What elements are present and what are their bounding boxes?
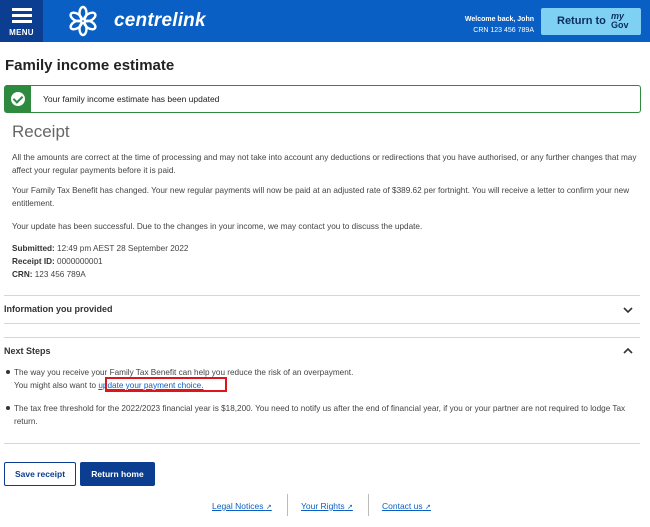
return-home-button[interactable]: Return home (80, 462, 155, 486)
highlight-box (105, 377, 227, 392)
return-to-mygov-button[interactable]: Return to my Gov (541, 8, 641, 35)
hamburger-icon (12, 20, 32, 23)
alert-icon-box (5, 86, 31, 112)
divider (4, 323, 640, 324)
legal-notices-link[interactable]: Legal Notices ↗ (212, 501, 272, 511)
check-circle-icon (11, 92, 25, 106)
bullet-icon (6, 406, 10, 410)
save-receipt-button[interactable]: Save receipt (4, 462, 76, 486)
chevron-up-icon (623, 347, 633, 354)
next-step-prefix: You might also want to (14, 381, 99, 390)
mygov-logo: my Gov (611, 12, 629, 30)
alert-text: Your family income estimate has been upd… (43, 94, 220, 104)
contact-us-link[interactable]: Contact us ↗ (382, 501, 431, 511)
receipt-paragraph: Your Family Tax Benefit has changed. You… (12, 186, 630, 208)
success-alert: Your family income estimate has been upd… (4, 85, 641, 113)
crn-label: CRN: (12, 270, 33, 279)
footer-separator (368, 494, 369, 516)
brand-logo-text[interactable]: centrelink (114, 10, 206, 32)
welcome-text: Welcome back, John (464, 16, 534, 23)
your-rights-link[interactable]: Your Rights ↗ (301, 501, 353, 511)
next-step-item: The tax free threshold for the 2022/2023… (14, 404, 626, 426)
hamburger-icon (12, 14, 32, 17)
mygov-logo-bottom: Gov (611, 20, 629, 30)
mygov-button-label: Return to (557, 15, 606, 27)
bullet-icon (6, 370, 10, 374)
your-rights-label: Your Rights (301, 501, 345, 511)
menu-button[interactable]: MENU (0, 0, 43, 42)
accordion-title: Information you provided (4, 304, 113, 314)
receipt-id-value: 0000000001 (57, 257, 103, 266)
receipt-paragraph: Your update has been successful. Due to … (12, 222, 423, 231)
divider (4, 337, 640, 338)
divider (4, 295, 640, 296)
hamburger-icon (12, 8, 32, 11)
centrelink-star-icon (69, 5, 97, 37)
submitted-value: 12:49 pm AEST 28 September 2022 (57, 244, 189, 253)
receipt-paragraph: All the amounts are correct at the time … (12, 153, 637, 175)
legal-notices-label: Legal Notices (212, 501, 264, 511)
submitted-label: Submitted: (12, 244, 55, 253)
contact-us-label: Contact us (382, 501, 423, 511)
chevron-down-icon (623, 307, 633, 314)
crn-row: CRN: 123 456 789A (12, 268, 86, 281)
external-link-icon: ↗ (265, 504, 272, 511)
footer-separator (287, 494, 288, 516)
menu-label: MENU (9, 28, 34, 37)
receipt-heading: Receipt (12, 122, 70, 141)
submitted-row: Submitted: 12:49 pm AEST 28 September 20… (12, 242, 188, 255)
receipt-id-row: Receipt ID: 0000000001 (12, 255, 103, 268)
divider (4, 443, 640, 444)
site-header: MENU centrelink Welcome back, John CRN 1… (0, 0, 650, 42)
external-link-icon: ↗ (425, 504, 431, 511)
header-crn: CRN 123 456 789A (473, 27, 534, 34)
page-title: Family income estimate (5, 57, 175, 74)
welcome-block: Welcome back, John CRN 123 456 789A (430, 14, 534, 36)
external-link-icon: ↗ (347, 504, 353, 511)
crn-value: 123 456 789A (34, 270, 86, 279)
accordion-title: Next Steps (4, 346, 51, 356)
receipt-id-label: Receipt ID: (12, 257, 55, 266)
